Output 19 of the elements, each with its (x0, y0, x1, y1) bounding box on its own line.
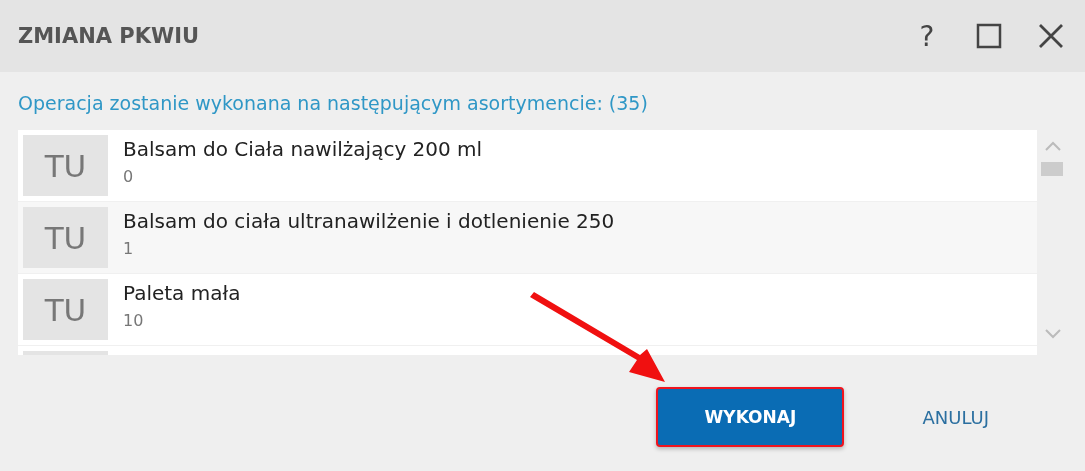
maximize-icon (976, 23, 1002, 49)
cancel-button[interactable]: ANULUJ (916, 400, 995, 434)
type-badge: TU (23, 207, 108, 268)
scroll-thumb[interactable] (1041, 162, 1064, 176)
execute-button[interactable]: WYKONAJ (656, 387, 845, 447)
scroll-up-icon[interactable] (1044, 140, 1063, 152)
scroll-down-icon[interactable] (1044, 328, 1063, 340)
product-code: 1 (123, 239, 135, 258)
product-code: 0 (123, 167, 135, 186)
product-name: Balsam do ciała ultranawilżenie i dotlenienie 250 (123, 209, 615, 233)
close-icon (1038, 23, 1064, 49)
type-badge: TU (23, 135, 108, 196)
window-title: ZMIANA PKWIU (18, 24, 201, 48)
product-name: Balsam do Ciała nawilżający 200 ml (123, 137, 483, 161)
product-name: Paleta mała (123, 281, 241, 305)
product-code: 10 (123, 311, 145, 330)
list-heading: Operacja zostanie wykonana na następującym asortymencie: (35) (18, 92, 649, 116)
help-button[interactable]: ? (907, 16, 947, 56)
type-badge: TU (23, 279, 108, 340)
